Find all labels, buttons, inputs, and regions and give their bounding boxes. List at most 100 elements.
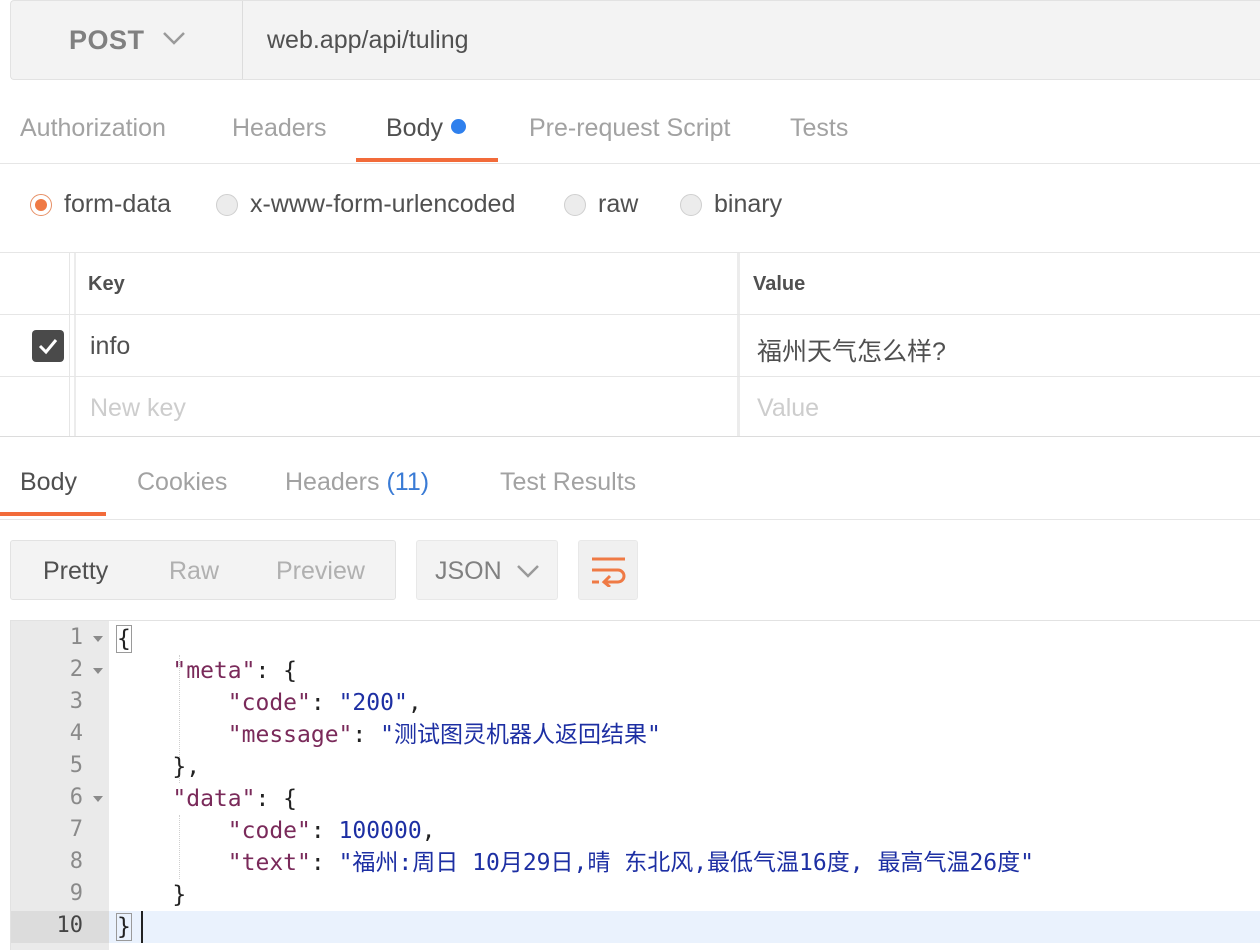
radio-x-www-form-urlencoded[interactable]: x-www-form-urlencoded [216, 190, 515, 219]
active-tab-indicator [356, 158, 498, 162]
line-number: 6 [11, 783, 109, 815]
chevron-down-icon [517, 565, 539, 578]
body-type-selector: form-data x-www-form-urlencoded raw bina… [0, 165, 1260, 253]
tab-body[interactable]: Body [386, 114, 466, 143]
response-body-editor[interactable]: 1 2 3 4 5 6 7 8 9 10 { "meta": { "code":… [10, 620, 1260, 950]
header-check-cell [0, 253, 70, 314]
code-line: "code": 100000, [227, 818, 436, 844]
new-value-placeholder: Value [757, 394, 820, 422]
code-line: "message": "测试图灵机器人返回结果" [227, 722, 661, 748]
row-check-cell [0, 377, 70, 436]
tab-tests[interactable]: Tests [790, 114, 848, 143]
line-number-text: 1 [69, 625, 83, 650]
response-tab-cookies[interactable]: Cookies [137, 468, 227, 497]
code-line: "data": { [172, 786, 298, 812]
radio-form-data[interactable]: form-data [30, 190, 171, 219]
view-pretty-button[interactable]: Pretty [43, 557, 108, 586]
line-number-text: 5 [69, 753, 83, 778]
json-string: "福州:周日 10月29日,晴 东北风,最低气温16度, 最高气温26度" [338, 850, 1034, 876]
new-key-input[interactable]: New key [74, 377, 740, 436]
tab-pre-request-script[interactable]: Pre-request Script [529, 114, 730, 143]
json-key: "code" [227, 818, 311, 844]
view-mode-segmented: Pretty Raw Preview [10, 540, 396, 600]
key-cell[interactable]: info [74, 315, 740, 376]
line-number-text: 10 [56, 913, 84, 938]
line-number: 1 [11, 623, 109, 655]
line-number-text: 7 [69, 817, 83, 842]
response-tab-headers-label: Headers [285, 468, 380, 496]
headers-count-badge: (11) [386, 468, 430, 496]
line-number: 7 [11, 815, 109, 847]
tab-authorization[interactable]: Authorization [20, 114, 166, 143]
code-line: } [117, 882, 187, 908]
method-dropdown[interactable]: POST [11, 1, 243, 79]
line-number-text: 6 [69, 785, 83, 810]
value-value: 福州天气怎么样? [757, 338, 946, 366]
table-row-new: New key Value [0, 377, 1260, 437]
wrap-lines-icon [592, 557, 626, 587]
response-tab-test-results[interactable]: Test Results [500, 468, 636, 497]
radio-binary[interactable]: binary [680, 190, 782, 219]
json-string: "200" [338, 690, 408, 716]
text-caret [141, 911, 143, 943]
radio-label: raw [598, 190, 639, 218]
code-line: "meta": { [172, 658, 298, 684]
code-line: }, [117, 754, 201, 780]
radio-label: binary [714, 190, 783, 218]
json-key: "data" [172, 786, 256, 812]
radio-label: form-data [64, 190, 171, 218]
value-header-cell: Value [743, 253, 1260, 314]
line-number: 2 [11, 655, 109, 687]
json-key: "message" [227, 722, 353, 748]
line-number: 5 [11, 751, 109, 783]
fold-toggle-icon[interactable] [93, 636, 103, 642]
row-enabled-checkbox[interactable] [32, 330, 64, 362]
code-line: } [116, 913, 132, 941]
format-label: JSON [435, 557, 502, 585]
new-value-input[interactable]: Value [743, 377, 1260, 436]
wrap-lines-button[interactable] [578, 540, 638, 600]
table-header-row: Key Value [0, 253, 1260, 315]
response-tab-headers[interactable]: Headers (11) [285, 468, 429, 497]
response-tab-body[interactable]: Body [20, 468, 77, 497]
line-number: 9 [11, 879, 109, 911]
line-number-current: 10 [11, 911, 109, 943]
radio-unselected-icon [564, 193, 586, 216]
key-header-cell: Key [74, 253, 740, 314]
modified-dot-icon [450, 119, 466, 134]
method-label: POST [69, 24, 145, 55]
line-number-text: 8 [69, 849, 83, 874]
line-number-text: 4 [69, 721, 83, 746]
current-line-highlight [109, 911, 1260, 943]
request-tabs: Authorization Headers Body Pre-request S… [0, 96, 1260, 164]
line-number: 4 [11, 719, 109, 751]
view-raw-button[interactable]: Raw [169, 557, 219, 586]
fold-toggle-icon[interactable] [93, 668, 103, 674]
json-string: "测试图灵机器人返回结果" [380, 722, 661, 748]
format-dropdown[interactable]: JSON [416, 540, 558, 600]
fold-toggle-icon[interactable] [93, 796, 103, 802]
radio-unselected-icon [680, 193, 702, 216]
table-row: info 福州天气怎么样? [0, 315, 1260, 377]
json-key: "meta" [172, 658, 256, 684]
radio-selected-icon [30, 193, 52, 216]
response-tabs: Body Cookies Headers (11) Test Results [0, 450, 1260, 520]
radio-raw[interactable]: raw [564, 190, 638, 219]
tab-body-label: Body [386, 114, 443, 142]
line-number-text: 9 [69, 881, 83, 906]
value-cell[interactable]: 福州天气怎么样? [743, 315, 1260, 376]
url-input[interactable]: web.app/api/tuling [267, 1, 469, 79]
line-number-text: 3 [69, 689, 83, 714]
json-number: 100000 [338, 818, 422, 844]
tab-headers[interactable]: Headers [232, 114, 327, 143]
view-preview-button[interactable]: Preview [276, 557, 365, 586]
radio-unselected-icon [216, 193, 238, 216]
new-key-placeholder: New key [90, 394, 186, 422]
chevron-down-icon [163, 32, 185, 45]
radio-label: x-www-form-urlencoded [250, 190, 516, 218]
line-number: 3 [11, 687, 109, 719]
value-header: Value [753, 273, 806, 295]
request-bar: POST web.app/api/tuling [10, 0, 1260, 80]
active-response-tab-indicator [0, 512, 106, 516]
code-line: { [116, 625, 132, 653]
